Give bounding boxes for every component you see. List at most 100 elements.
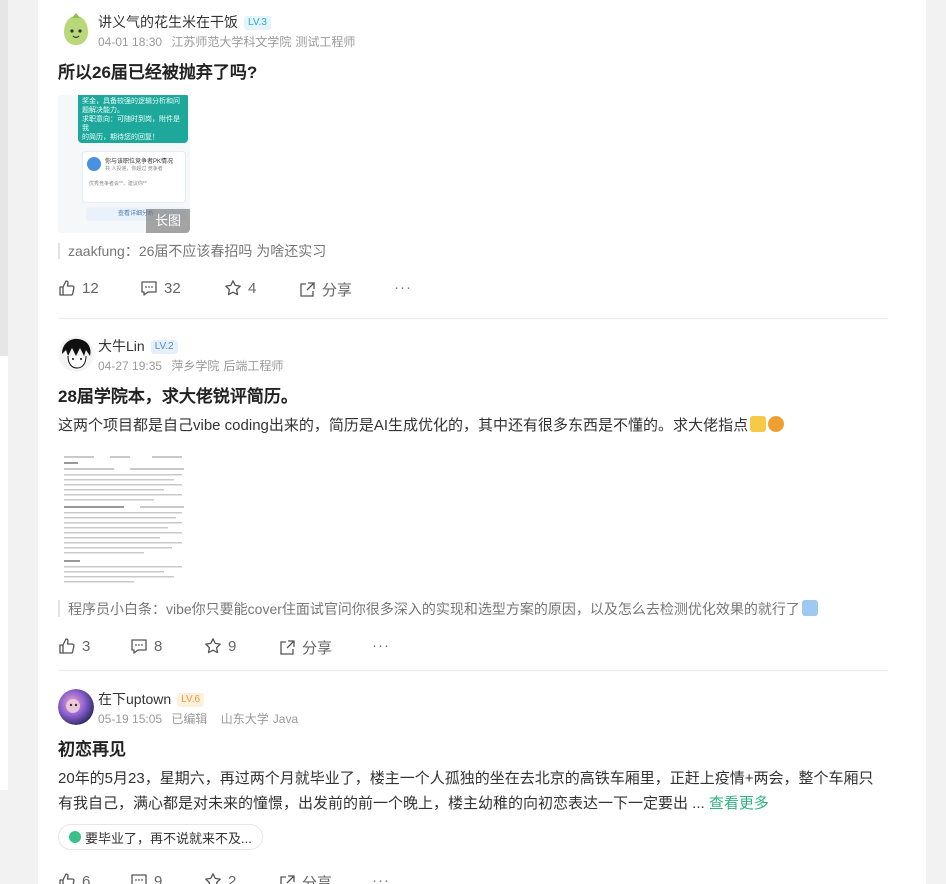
like-button[interactable]: 12 xyxy=(58,279,99,297)
like-button[interactable]: 3 xyxy=(58,637,90,655)
image-text-line: 的简历，期待您的回复！ xyxy=(82,134,159,141)
post-card[interactable]: 讲义气的花生米在干饭 LV.3 04-01 18:30 江苏师范大学科文学院 测试工… xyxy=(58,12,888,299)
more-options-button[interactable]: ··· xyxy=(372,872,390,884)
author-role: 后端工程师 xyxy=(223,359,284,373)
share-label: 分享 xyxy=(302,640,333,657)
post-date: 05-19 15:05 xyxy=(98,712,163,726)
more-icon: ··· xyxy=(394,279,412,296)
favorite-count: 4 xyxy=(248,279,257,297)
author-name-text[interactable]: 在下uptown xyxy=(98,691,171,707)
post-date: 04-27 19:35 xyxy=(98,359,163,373)
author-school: 山东大学 xyxy=(220,712,269,726)
author-school: 江苏师范大学科文学院 xyxy=(171,35,292,49)
star-icon xyxy=(205,638,221,654)
post-image[interactable] xyxy=(58,450,190,590)
favorite-button[interactable]: 4 xyxy=(224,279,256,297)
share-label: 分享 xyxy=(302,875,333,884)
more-options-button[interactable]: ··· xyxy=(372,637,390,654)
avatar[interactable] xyxy=(58,336,94,372)
favorite-count: 2 xyxy=(228,872,237,884)
edited-label: 已编辑 xyxy=(171,712,208,726)
share-button[interactable]: 分享 xyxy=(298,279,352,300)
avatar[interactable] xyxy=(58,689,94,725)
post-body-text[interactable]: 这两个项目都是自己vibe coding出来的，简历是AI生成优化的，其中还有很… xyxy=(58,417,748,434)
author-name-text[interactable]: 讲义气的花生米在干饭 xyxy=(98,14,238,30)
share-icon xyxy=(300,281,315,297)
avatar[interactable] xyxy=(58,12,94,48)
favorite-button[interactable]: 9 xyxy=(204,637,236,655)
comment-count: 8 xyxy=(154,637,163,655)
author-role: Java xyxy=(272,712,299,726)
image-text-line: 求职意向：可随时到岗，附件是我 xyxy=(82,116,180,132)
comment-button[interactable]: 8 xyxy=(130,637,162,655)
resume-lines-icon xyxy=(60,452,188,588)
share-label: 分享 xyxy=(322,282,353,299)
comment-count: 9 xyxy=(154,872,163,884)
star-icon xyxy=(205,873,221,884)
pie-icon xyxy=(87,157,101,171)
post-meta: 04-27 19:35 萍乡学院 后端工程师 xyxy=(98,357,289,374)
author-name-text[interactable]: 大牛Lin xyxy=(98,338,145,354)
post-body[interactable]: 这两个项目都是自己vibe coding出来的，简历是AI生成优化的，其中还有很… xyxy=(58,413,888,438)
comment-icon xyxy=(131,639,147,654)
level-badge: LV.6 xyxy=(177,693,205,707)
post-card[interactable]: 在下uptown LV.6 05-19 15:05 已编辑 山东大学 Java 初恋… xyxy=(58,689,888,884)
topic-tag[interactable]: 要毕业了，再不说就来不及... xyxy=(58,824,263,850)
share-button[interactable]: 分享 xyxy=(278,872,332,884)
more-icon: ··· xyxy=(372,637,390,654)
read-more-link[interactable]: 查看更多 xyxy=(709,795,769,812)
top-comment[interactable]: zaakfung：26届不应该春招吗 为啥还实习 xyxy=(58,243,888,259)
more-icon: ··· xyxy=(372,872,390,884)
image-text-line: 奖金，具备较强的逻辑分析和问题解决能力。 xyxy=(82,98,180,114)
like-count: 3 xyxy=(82,637,91,655)
favorite-count: 9 xyxy=(228,637,237,655)
like-count: 6 xyxy=(82,872,91,884)
share-button[interactable]: 分享 xyxy=(278,637,332,658)
image-header-block: 奖金，具备较强的逻辑分析和问题解决能力。 求职意向：可随时到岗，附件是我 的简历… xyxy=(78,95,188,143)
comment-icon xyxy=(141,281,157,296)
long-image-badge: 长图 xyxy=(146,209,190,233)
comment-icon xyxy=(131,874,147,884)
like-count: 12 xyxy=(82,279,99,297)
post-feed: 讲义气的花生米在干饭 LV.3 04-01 18:30 江苏师范大学科文学院 测试工… xyxy=(38,0,926,884)
post-title[interactable]: 所以26届已经被抛弃了吗? xyxy=(58,58,888,83)
level-badge: LV.3 xyxy=(244,16,271,30)
author-name[interactable]: 大牛Lin LV.2 xyxy=(98,336,178,356)
comment-button[interactable]: 32 xyxy=(140,279,181,297)
share-icon xyxy=(280,639,295,655)
comment-button[interactable]: 9 xyxy=(130,872,162,884)
post-meta: 05-19 15:05 已编辑 山东大学 Java xyxy=(98,710,304,727)
resume-image xyxy=(60,452,188,588)
thumbs-up-icon xyxy=(59,638,75,654)
sticker-emoji-icon xyxy=(801,600,818,616)
favorite-button[interactable]: 2 xyxy=(204,872,236,884)
thumbs-up-icon xyxy=(59,873,75,884)
author-name[interactable]: 在下uptown LV.6 xyxy=(98,689,205,709)
author-name[interactable]: 讲义气的花生米在干饭 LV.3 xyxy=(98,12,271,32)
image-text: 奖金，具备较强的逻辑分析和问题解决能力。 求职意向：可随时到岗，附件是我 的简历… xyxy=(78,95,188,144)
post-body[interactable]: 20年的5月23，星期六，再过两个月就毕业了，楼主一个人孤独的坐在去北京的高铁车… xyxy=(58,766,888,816)
share-icon xyxy=(280,874,295,884)
image-card: 你与该职位竞争者PK情况 共 人投递，你超过 竞争者 优秀竞争者会**，建议你*… xyxy=(82,151,186,203)
more-options-button[interactable]: ··· xyxy=(394,279,412,296)
top-comment-text[interactable]: 程序员小白条：vibe你只要能cover住面试官问你很多深入的实现和选型方案的原… xyxy=(68,601,800,617)
image-card-title: 你与该职位竞争者PK情况 xyxy=(105,159,174,165)
post-image[interactable]: 奖金，具备较强的逻辑分析和问题解决能力。 求职意向：可随时到岗，附件是我 的简历… xyxy=(58,95,190,233)
post-title[interactable]: 28届学院本，求大佬锐评简历。 xyxy=(58,382,888,407)
post-meta: 04-01 18:30 江苏师范大学科文学院 测试工程师 xyxy=(98,33,361,50)
post-actions: 12 32 4 分享 ··· xyxy=(58,279,888,299)
image-card-line: 共 人投递，你超过 竞争者 xyxy=(105,166,163,172)
post-title[interactable]: 初恋再见 xyxy=(58,735,888,760)
left-panel-scroll-area xyxy=(0,0,8,356)
star-icon xyxy=(225,280,241,296)
post-card[interactable]: 大牛Lin LV.2 04-27 19:35 萍乡学院 后端工程师 28届学院本，求… xyxy=(58,336,888,657)
topic-icon xyxy=(69,831,81,843)
top-comment[interactable]: 程序员小白条：vibe你只要能cover住面试官问你很多深入的实现和选型方案的原… xyxy=(58,600,888,617)
like-button[interactable]: 6 xyxy=(58,872,90,884)
post-author-row: 大牛Lin LV.2 04-27 19:35 萍乡学院 后端工程师 xyxy=(58,336,888,380)
level-badge: LV.2 xyxy=(150,340,178,354)
comment-count: 32 xyxy=(164,279,181,297)
post-actions: 6 9 2 分享 ··· xyxy=(58,872,888,884)
author-school: 萍乡学院 xyxy=(171,359,220,373)
image-card-line: 优秀竞争者会**，建议你** xyxy=(89,181,147,187)
